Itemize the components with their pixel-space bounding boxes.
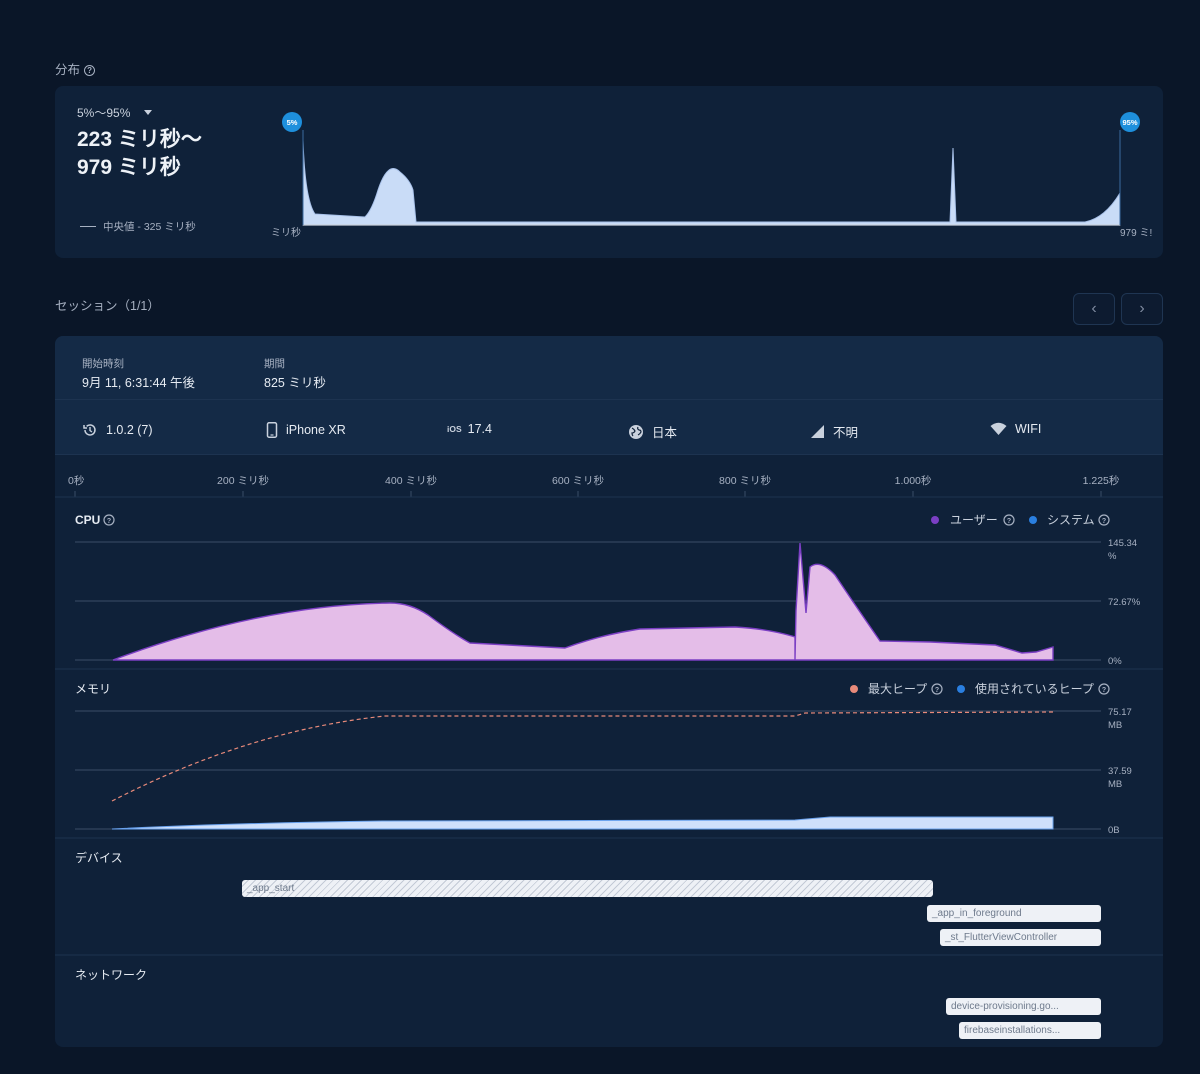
help-icon[interactable]: ? bbox=[1003, 514, 1015, 526]
device-traces-title: デバイス bbox=[75, 850, 123, 865]
session-timeline: 0秒 200 ミリ秒 400 ミリ秒 600 ミリ秒 800 ミリ秒 1.000… bbox=[55, 474, 1163, 982]
chevron-right-icon: › bbox=[1139, 300, 1145, 317]
marker-label-right: 95% bbox=[1122, 118, 1137, 127]
cpu-track: CPU ? ユーザー ? システム ? 145.34 % 72.67% 0% bbox=[75, 513, 1141, 667]
help-icon[interactable]: ? bbox=[103, 514, 115, 526]
marker-handle-left[interactable]: 5% bbox=[282, 112, 302, 132]
help-icon[interactable]: ? bbox=[1098, 514, 1110, 526]
help-icon[interactable]: ? bbox=[931, 683, 943, 695]
network-type: WIFI bbox=[990, 422, 1041, 436]
os-version-value: 17.4 bbox=[467, 422, 492, 436]
session-info-panel bbox=[55, 336, 1163, 454]
legend-user-dot bbox=[931, 516, 939, 524]
svg-text:?: ? bbox=[1102, 687, 1106, 694]
next-session-button[interactable]: › bbox=[1121, 293, 1163, 325]
network-value: WIFI bbox=[1015, 422, 1042, 436]
time-tick-label: 1.225秒 bbox=[1083, 474, 1120, 487]
max-heap-line bbox=[111, 711, 1054, 802]
trace-flutter-view-controller[interactable]: _st_FlutterViewController bbox=[940, 929, 1101, 946]
memory-y-max: 75.17 bbox=[1108, 707, 1132, 718]
used-heap-area bbox=[111, 816, 1054, 830]
device-value: iPhone XR bbox=[286, 423, 346, 437]
ios-icon: iOS bbox=[447, 424, 462, 434]
cpu-user-area bbox=[112, 542, 1054, 661]
cpu-title: CPU bbox=[75, 513, 100, 527]
memory-y-min: 0B bbox=[1108, 825, 1120, 836]
cpu-y-mid: 72.67% bbox=[1108, 597, 1141, 608]
time-tick-label: 200 ミリ秒 bbox=[217, 474, 269, 487]
time-tick-label: 600 ミリ秒 bbox=[552, 474, 604, 487]
chevron-left-icon: ‹ bbox=[1091, 300, 1097, 317]
country-value: 日本 bbox=[652, 426, 678, 440]
duration-label: 期間 bbox=[264, 358, 285, 370]
carrier: 不明 bbox=[810, 422, 858, 441]
os-version: iOS 17.4 bbox=[447, 422, 492, 436]
country: 日本 bbox=[628, 422, 677, 441]
legend-user-label: ユーザー bbox=[950, 513, 998, 527]
trace-app-in-foreground[interactable]: _app_in_foreground bbox=[927, 905, 1101, 922]
legend-used-heap-dot bbox=[957, 685, 965, 693]
globe-icon bbox=[629, 424, 643, 439]
signal-icon bbox=[811, 425, 824, 438]
carrier-value: 不明 bbox=[833, 426, 859, 440]
prev-session-button[interactable]: ‹ bbox=[1073, 293, 1115, 325]
svg-text:?: ? bbox=[935, 687, 939, 694]
time-tick-label: 400 ミリ秒 bbox=[385, 474, 437, 487]
distribution-chart: 5% 95% ミリ秒 979 ミ! bbox=[271, 112, 1152, 239]
memory-y-mid-unit: MB bbox=[1108, 779, 1122, 790]
cpu-y-min: 0% bbox=[1108, 656, 1122, 667]
legend-max-heap-dot bbox=[850, 685, 858, 693]
wifi-icon bbox=[990, 422, 1007, 435]
divider bbox=[55, 399, 1163, 400]
cpu-y-max: 145.34 bbox=[1108, 538, 1137, 549]
history-icon bbox=[83, 424, 96, 436]
trace-app-start[interactable]: _app_start bbox=[242, 880, 933, 897]
legend-system-label: システム bbox=[1047, 513, 1095, 527]
memory-y-max-unit: MB bbox=[1108, 720, 1122, 731]
distribution-curve bbox=[302, 139, 1121, 226]
phone-icon bbox=[266, 422, 278, 438]
axis-right-label: 979 ミ! bbox=[1120, 228, 1152, 239]
help-icon[interactable]: ? bbox=[1098, 683, 1110, 695]
app-version: 1.0.2 (7) bbox=[82, 422, 153, 438]
network-request-firebaseinstallations[interactable]: firebaseinstallations... bbox=[959, 1022, 1101, 1039]
app-version-value: 1.0.2 (7) bbox=[106, 423, 153, 437]
duration-value: 825 ミリ秒 bbox=[264, 376, 326, 390]
svg-text:?: ? bbox=[1007, 518, 1011, 525]
session-title: セッション（1/1） bbox=[55, 299, 160, 313]
axis-left-label: ミリ秒 bbox=[271, 226, 301, 239]
svg-text:?: ? bbox=[107, 518, 111, 525]
cpu-y-unit: % bbox=[1108, 551, 1117, 562]
marker-label-left: 5% bbox=[287, 118, 298, 127]
start-time-label: 開始時刻 bbox=[82, 358, 124, 370]
svg-text:?: ? bbox=[1102, 518, 1106, 525]
legend-max-heap-label: 最大ヒープ bbox=[868, 682, 927, 696]
time-axis: 0秒 200 ミリ秒 400 ミリ秒 600 ミリ秒 800 ミリ秒 1.000… bbox=[68, 474, 1120, 497]
start-time-value: 9月 11, 6:31:44 午後 bbox=[82, 376, 196, 390]
marker-handle-right[interactable]: 95% bbox=[1120, 112, 1140, 132]
time-tick-label: 800 ミリ秒 bbox=[719, 474, 771, 487]
memory-y-mid: 37.59 bbox=[1108, 766, 1132, 777]
time-tick-label: 0秒 bbox=[68, 474, 85, 487]
legend-used-heap-label: 使用されているヒープ bbox=[975, 681, 1094, 696]
time-tick-label: 1.000秒 bbox=[895, 474, 932, 487]
legend-system-dot bbox=[1029, 516, 1037, 524]
network-traces-title: ネットワーク bbox=[75, 968, 147, 982]
device-model: iPhone XR bbox=[266, 422, 346, 438]
memory-title: メモリ bbox=[75, 682, 111, 696]
memory-track: メモリ 最大ヒープ ? 使用されているヒープ ? 75.17 MB 37.59 … bbox=[75, 681, 1132, 836]
network-request-device-provisioning[interactable]: device-provisioning.go... bbox=[946, 998, 1101, 1015]
